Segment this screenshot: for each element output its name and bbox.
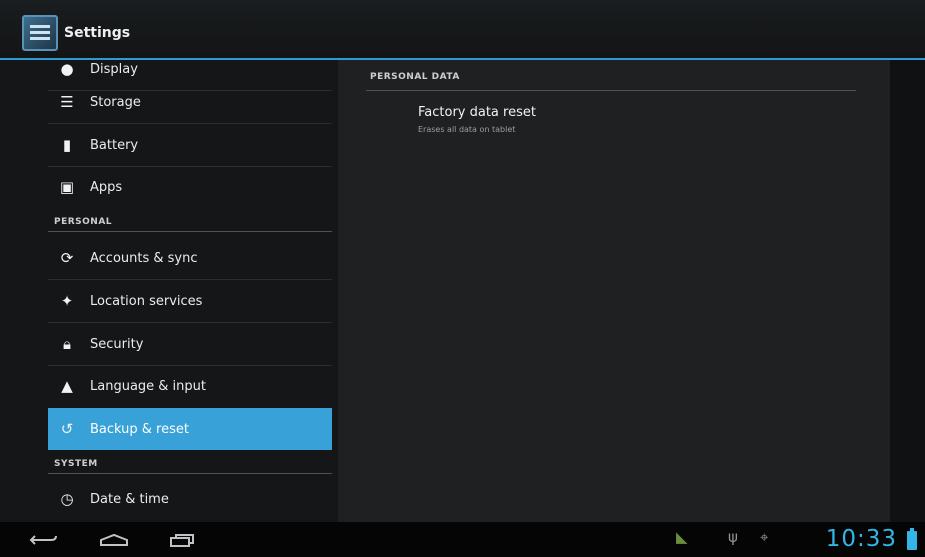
right-margin — [890, 60, 925, 522]
section-header-line — [48, 231, 332, 232]
list-item-security[interactable]: 🔒︎ Security — [48, 323, 332, 365]
section-header-system: SYSTEM — [54, 459, 98, 469]
list-item-location-services[interactable]: ✦ Location services — [48, 280, 332, 322]
list-item-apps[interactable]: ▣ Apps — [48, 166, 332, 208]
list-item-label: Date & time — [90, 491, 169, 507]
section-header-line — [48, 473, 332, 474]
settings-app-icon[interactable] — [22, 15, 58, 51]
battery-icon: ▮ — [62, 136, 72, 154]
list-item-backup-reset[interactable]: ↺ Backup & reset — [48, 408, 332, 450]
list-item-label: Backup & reset — [90, 421, 189, 437]
location-icon: ✦ — [60, 292, 74, 310]
settings-detail-pane: PERSONAL DATA Factory data reset Erases … — [338, 60, 890, 522]
lock-icon: 🔒︎ — [63, 335, 71, 353]
usb-connection-icon[interactable]: ⌖ — [760, 528, 768, 546]
list-item-label: Apps — [90, 179, 123, 195]
list-item-storage[interactable]: ☰ Storage — [48, 81, 332, 123]
display-icon: ● — [60, 60, 74, 78]
action-bar: Settings — [0, 0, 925, 58]
preference-summary: Erases all data on tablet — [418, 125, 516, 134]
storage-icon: ☰ — [60, 93, 74, 111]
clock-icon: ◷ — [60, 490, 74, 508]
list-item-label: Display — [90, 61, 138, 77]
preference-title: Factory data reset — [418, 105, 536, 120]
list-item-date-time[interactable]: ◷ Date & time — [48, 478, 332, 520]
android-debug-icon[interactable]: ◣ — [676, 528, 688, 546]
list-item-label: Accounts & sync — [90, 250, 198, 266]
back-icon[interactable] — [22, 522, 66, 557]
section-header-personal-data: PERSONAL DATA — [370, 72, 460, 82]
settings-headers-list[interactable]: ● Display ☰ Storage ▮ Battery ▣ Apps PER… — [0, 60, 338, 522]
recent-apps-icon[interactable] — [160, 522, 204, 557]
section-header-personal: PERSONAL — [54, 217, 113, 227]
sync-icon: ⟳ — [60, 249, 74, 267]
list-item-label: Location services — [90, 293, 203, 309]
battery-status-icon[interactable] — [907, 528, 917, 550]
list-item-language-input[interactable]: ▲ Language & input — [48, 365, 332, 407]
list-item-label: Battery — [90, 137, 139, 153]
system-bar: ◣ ψ ⌖ 10:33 — [0, 522, 925, 557]
clock[interactable]: 10:33 — [826, 526, 897, 552]
list-item-label: Language & input — [90, 378, 206, 394]
list-item-label: Security — [90, 336, 144, 352]
home-icon[interactable] — [92, 522, 136, 557]
page-title: Settings — [64, 25, 131, 41]
list-item-accounts-sync[interactable]: ⟳ Accounts & sync — [48, 237, 332, 279]
language-icon: ▲ — [61, 377, 73, 395]
usb-icon[interactable]: ψ — [728, 528, 738, 546]
apps-icon: ▣ — [59, 178, 75, 196]
list-item-label: Storage — [90, 94, 141, 110]
backup-icon: ↺ — [60, 420, 74, 438]
list-item-battery[interactable]: ▮ Battery — [48, 124, 332, 166]
section-header-line — [366, 90, 856, 91]
